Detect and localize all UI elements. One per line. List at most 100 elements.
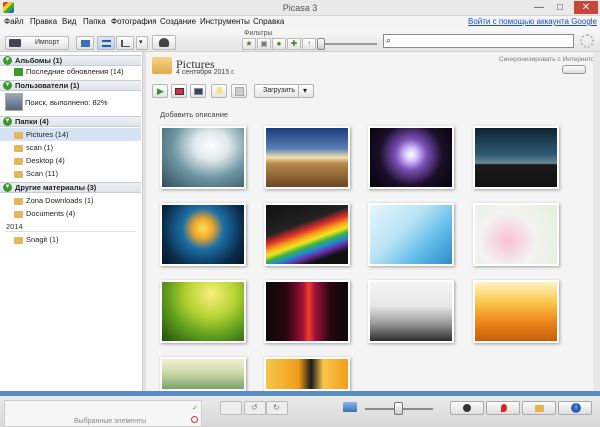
- sidebar-item-pictures[interactable]: Pictures (14): [14, 130, 69, 140]
- photo-thumbnail[interactable]: [264, 203, 350, 266]
- sidebar-item-recent-updates[interactable]: Последние обновления (14): [14, 67, 124, 77]
- menu-help[interactable]: Справка: [253, 17, 284, 26]
- save-button[interactable]: [231, 84, 247, 98]
- minimize-button[interactable]: —: [530, 1, 548, 14]
- folder-icon: [152, 57, 172, 74]
- star-button[interactable]: [211, 84, 227, 98]
- filter-faces-button[interactable]: ●: [272, 38, 286, 50]
- section-folders-header[interactable]: Папки (4): [0, 116, 141, 127]
- album-icon: [81, 40, 90, 47]
- play-icon: ▶: [157, 86, 164, 96]
- filters-label: Фильтры: [244, 30, 273, 37]
- menu-folder[interactable]: Папка: [83, 17, 106, 26]
- view-dropdown-button[interactable]: ▾: [136, 36, 148, 50]
- tag-icon: [535, 405, 544, 412]
- collage-button[interactable]: [171, 84, 187, 98]
- sync-label: Синхронизировать с Интернетом: [499, 56, 599, 63]
- filter-video-button[interactable]: ▣: [257, 38, 271, 50]
- people-panel-button[interactable]: [450, 401, 484, 415]
- collapse-other-icon[interactable]: ▼: [3, 183, 12, 192]
- menu-view[interactable]: Вид: [62, 17, 76, 26]
- section-albums-header[interactable]: Альбомы (1): [0, 55, 141, 66]
- photo-thumbnail[interactable]: [473, 280, 559, 343]
- photo-thumbnail[interactable]: [160, 203, 246, 266]
- tags-panel-button[interactable]: [522, 401, 556, 415]
- face-icon: ●: [276, 39, 282, 48]
- film-icon: ▣: [260, 39, 268, 48]
- rotate-right-button[interactable]: ↻: [266, 401, 288, 415]
- sidebar-item-scan-2[interactable]: Scan (11): [14, 169, 58, 179]
- sidebar-item-scan[interactable]: scan (1): [14, 143, 53, 153]
- properties-panel-button[interactable]: i: [558, 401, 592, 415]
- spinner-icon: [580, 34, 594, 48]
- sidebar-item-face-search[interactable]: Поиск, выполнено: 82%: [13, 98, 108, 108]
- date-filter-slider-handle[interactable]: [317, 38, 325, 50]
- pin-icon: ↑: [307, 39, 311, 48]
- vertical-scrollbar[interactable]: [593, 52, 600, 392]
- sidebar-item-documents[interactable]: Documents (4): [14, 209, 75, 219]
- clear-selection-icon[interactable]: [191, 416, 198, 423]
- star-icon: ★: [245, 39, 253, 48]
- hold-icon[interactable]: ✓: [192, 404, 198, 412]
- menu-edit[interactable]: Правка: [30, 17, 57, 26]
- photo-thumbnail[interactable]: [160, 280, 246, 343]
- menu-create[interactable]: Создание: [160, 17, 196, 26]
- collapse-folders-icon[interactable]: ▼: [3, 117, 12, 126]
- close-button[interactable]: ✕: [574, 1, 598, 14]
- photo-thumbnail[interactable]: [368, 126, 454, 189]
- date-filter-slider-track[interactable]: [322, 43, 377, 45]
- photo-thumbnail[interactable]: [368, 280, 454, 343]
- people-scan-button[interactable]: [152, 35, 176, 50]
- list-view-icon: [102, 40, 111, 47]
- import-album-button[interactable]: [76, 36, 94, 50]
- album-date: 4 сентября 2015 г.: [176, 69, 235, 76]
- info-icon: i: [571, 403, 581, 413]
- search-input[interactable]: ⌕: [383, 34, 574, 48]
- photo-thumbnail[interactable]: [264, 357, 350, 391]
- filter-uploaded-button[interactable]: ↑: [302, 38, 316, 50]
- movie-button[interactable]: [190, 84, 206, 98]
- filter-geotag-button[interactable]: ✚: [287, 38, 301, 50]
- upload-dropdown-button[interactable]: ▾: [298, 84, 314, 98]
- person-icon: [463, 404, 471, 412]
- save-icon: [235, 87, 244, 96]
- chevron-down-icon: ▾: [303, 86, 308, 95]
- rotate-left-button[interactable]: ↺: [244, 401, 266, 415]
- slideshow-button[interactable]: ▶: [152, 84, 168, 98]
- add-description-field[interactable]: Добавить описание: [160, 110, 228, 119]
- sidebar-item-desktop[interactable]: Desktop (4): [14, 156, 65, 166]
- map-pin-icon: [501, 404, 507, 412]
- collapse-people-icon[interactable]: ▼: [3, 81, 12, 90]
- chevron-down-icon: ▾: [139, 39, 143, 46]
- menu-file[interactable]: Файл: [4, 17, 24, 26]
- sidebar-item-zona-downloads[interactable]: Zona Downloads (1): [14, 196, 94, 206]
- map-pin-icon: ✚: [290, 39, 298, 48]
- photo-thumbnail[interactable]: [264, 126, 350, 189]
- photo-thumbnail[interactable]: [473, 203, 559, 266]
- section-other-header[interactable]: Другие материалы (3): [0, 182, 141, 193]
- menu-photo[interactable]: Фотография: [111, 17, 157, 26]
- rotate-right-icon: ↻: [273, 403, 280, 412]
- photo-thumbnail[interactable]: [160, 126, 246, 189]
- photo-thumbnail[interactable]: [264, 280, 350, 343]
- places-panel-button[interactable]: [486, 401, 520, 415]
- import-button-label: Импорт: [35, 39, 60, 46]
- view-grid-button[interactable]: [97, 36, 115, 50]
- section-people-header[interactable]: Пользователи (1): [0, 80, 141, 91]
- camera-icon: [9, 39, 21, 47]
- photo-thumbnail[interactable]: [473, 126, 559, 189]
- menu-tools[interactable]: Инструменты: [200, 17, 250, 26]
- photo-thumbnail[interactable]: [160, 357, 246, 391]
- collage-icon: [175, 88, 184, 95]
- thumbnail-size-slider-handle[interactable]: [394, 402, 403, 415]
- upload-button-label: Загрузить: [263, 87, 295, 94]
- share-button[interactable]: [220, 401, 242, 415]
- sidebar-item-snagit[interactable]: Snagit (1): [14, 235, 59, 245]
- view-tree-button[interactable]: [116, 36, 134, 50]
- photo-thumbnail[interactable]: [368, 203, 454, 266]
- sync-toggle[interactable]: [562, 65, 586, 74]
- maximize-button[interactable]: □: [551, 1, 569, 14]
- filter-starred-button[interactable]: ★: [242, 38, 256, 50]
- collapse-albums-icon[interactable]: ▼: [3, 56, 12, 65]
- google-signin-link[interactable]: Войти с помощью аккаунта Google: [468, 17, 597, 26]
